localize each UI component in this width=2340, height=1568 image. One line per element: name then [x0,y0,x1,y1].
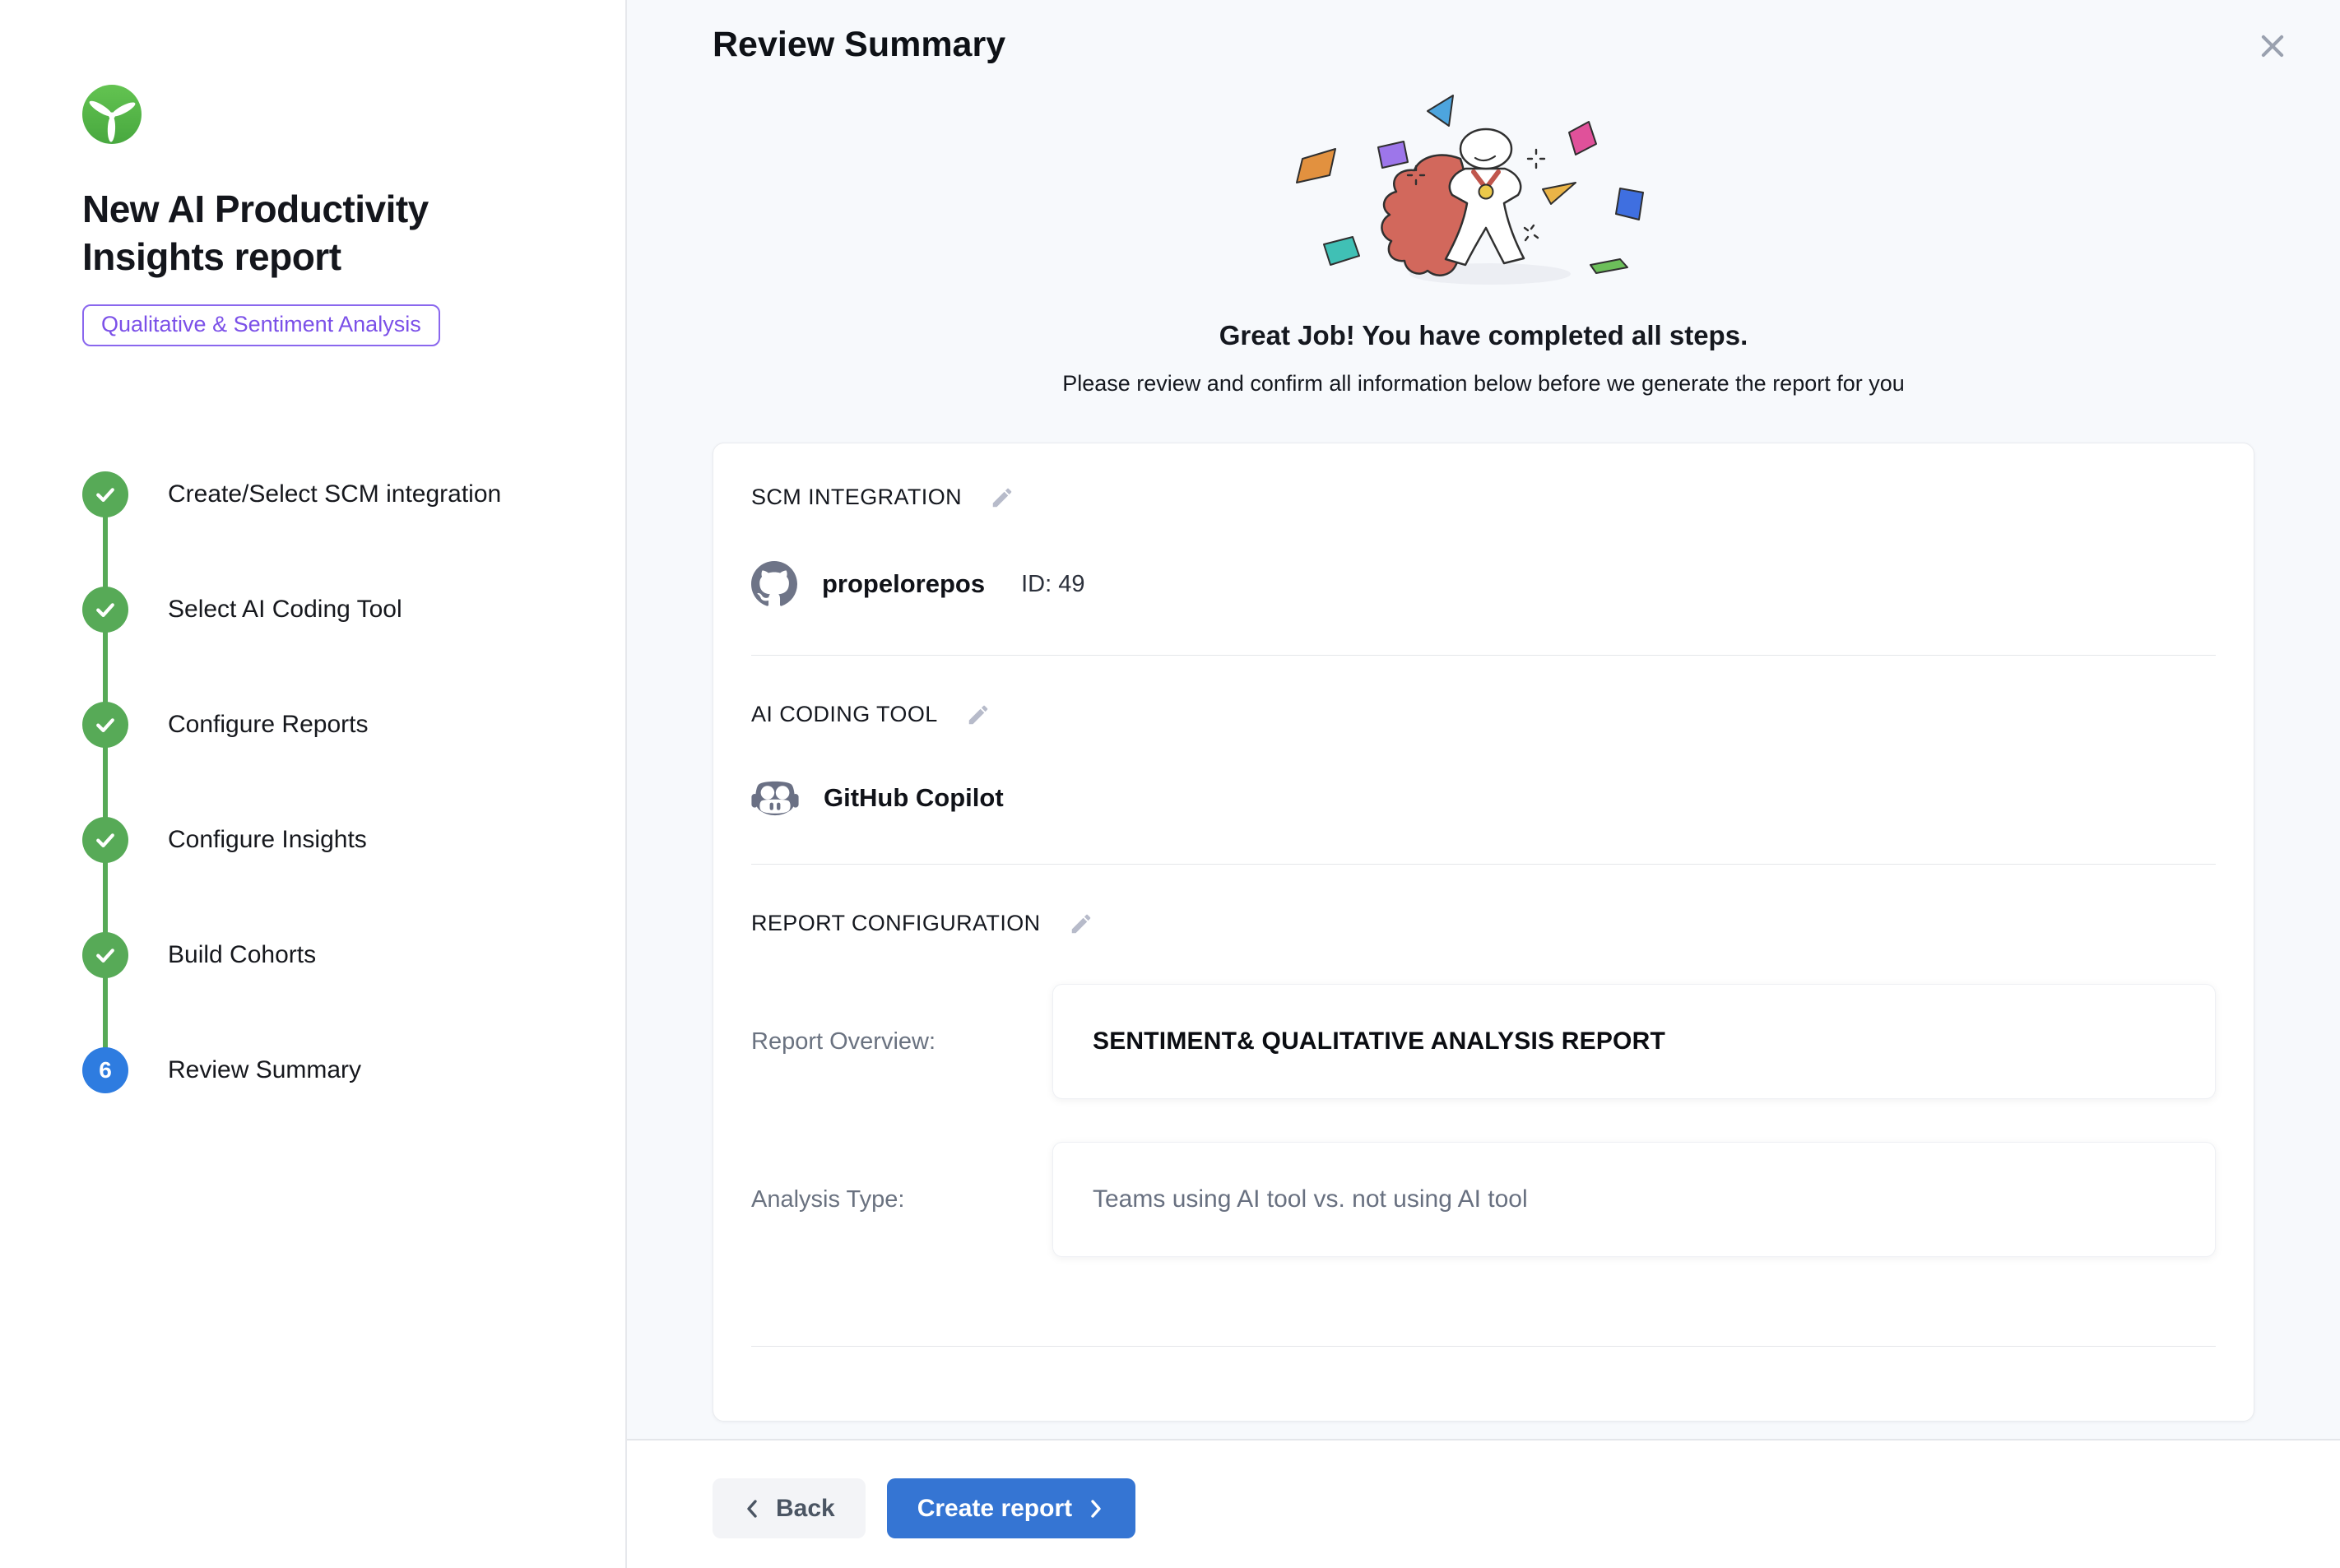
completion-hero: Great Job! You have completed all steps.… [713,83,2254,397]
scm-integration-id: ID: 49 [1021,571,1084,598]
report-overview-row: Report Overview: SENTIMENT& QUALITATIVE … [751,984,2216,1099]
ai-tool-name: GitHub Copilot [824,783,1004,813]
step-complete-check-icon [82,817,128,863]
report-configuration-section: REPORT CONFIGURATION Report Overview: SE… [751,865,2216,1347]
ai-coding-tool-section: AI CODING TOOL [751,656,2216,865]
step-configure-insights[interactable]: Configure Insights [82,782,592,898]
page-title: Review Summary [713,0,2254,65]
superhero-confetti-illustration [1253,83,1714,295]
step-complete-check-icon [82,932,128,978]
analysis-type-row: Analysis Type: Teams using AI tool vs. n… [751,1142,2216,1257]
card-clipped-tail [751,1347,2216,1421]
github-copilot-icon [751,778,799,818]
edit-pencil-icon[interactable] [1069,912,1093,936]
step-complete-check-icon [82,471,128,517]
wizard-footer: Back Create report [627,1439,2340,1568]
step-configure-reports[interactable]: Configure Reports [82,667,592,782]
report-overview-label: Report Overview: [751,1028,1052,1055]
edit-pencil-icon[interactable] [990,485,1014,510]
review-summary-panel: Review Summary [627,0,2340,1568]
wizard-stepper: Create/Select SCM integration Select AI … [82,437,592,1128]
ai-tool-row: GitHub Copilot [751,778,2216,818]
summary-card: SCM INTEGRATION propelorepos ID: 49 [713,443,2254,1422]
wizard-sidebar: New AI Productivity Insights report Qual… [0,0,627,1568]
analysis-type-value: Teams using AI tool vs. not using AI too… [1052,1142,2216,1257]
scm-integration-label: SCM INTEGRATION [751,485,962,510]
step-review-summary[interactable]: 6 Review Summary [82,1013,592,1128]
review-summary-screen: New AI Productivity Insights report Qual… [0,0,2340,1568]
back-button-label: Back [776,1495,835,1523]
propeller-logo-icon [82,85,142,144]
completion-heading: Great Job! You have completed all steps. [713,320,2254,351]
analysis-type-label: Analysis Type: [751,1186,1052,1213]
step-select-ai-tool[interactable]: Select AI Coding Tool [82,552,592,667]
analysis-type-badge: Qualitative & Sentiment Analysis [82,304,440,346]
step-complete-check-icon [82,587,128,633]
step-active-number: 6 [82,1047,128,1093]
step-create-select-scm[interactable]: Create/Select SCM integration [82,437,592,552]
review-summary-content: Review Summary [627,0,2340,1440]
completion-subheading: Please review and confirm all informatio… [713,371,2254,397]
github-icon [751,561,797,607]
create-report-button[interactable]: Create report [887,1478,1135,1538]
step-complete-check-icon [82,702,128,748]
edit-pencil-icon[interactable] [966,703,991,727]
step-build-cohorts[interactable]: Build Cohorts [82,898,592,1013]
back-button[interactable]: Back [713,1478,866,1538]
scm-integration-row: propelorepos ID: 49 [751,561,2216,607]
scm-integration-name: propelorepos [822,569,985,599]
report-overview-value: SENTIMENT& QUALITATIVE ANALYSIS REPORT [1052,984,2216,1099]
close-icon[interactable] [2254,28,2291,64]
ai-coding-tool-label: AI CODING TOOL [751,702,938,727]
report-title: New AI Productivity Insights report [82,185,543,281]
scm-integration-section: SCM INTEGRATION propelorepos ID: 49 [751,463,2216,656]
report-configuration-label: REPORT CONFIGURATION [751,911,1041,936]
create-report-label: Create report [917,1495,1072,1523]
